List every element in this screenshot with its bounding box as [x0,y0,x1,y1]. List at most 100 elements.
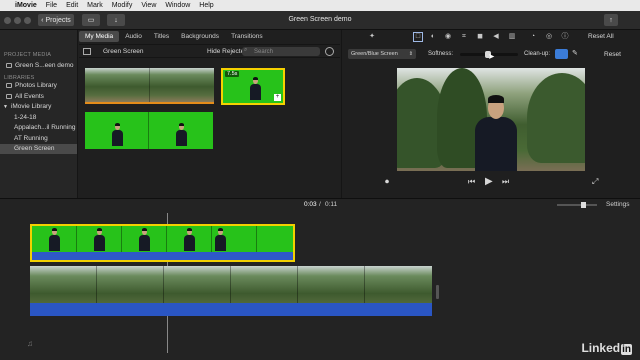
menu-file[interactable]: File [46,2,57,9]
pointer-cursor-icon: ➤ [488,52,495,61]
chevron-updown-icon: ⇕ [408,51,413,57]
person-figure [112,123,123,146]
browser-tabs: My Media Audio Titles Backgrounds Transi… [79,30,340,43]
total-time: 0:11 [325,201,338,208]
timeline: 0:03 / 0:11 Settings ♫ [0,198,640,360]
sidebar-item-at-running[interactable]: AT Running [0,133,77,144]
filter-icon[interactable]: ◎ [545,33,553,41]
menu-edit[interactable]: Edit [66,2,78,9]
color-balance-icon[interactable]: ◐ [429,33,437,41]
menu-app-name[interactable]: iMovie [15,2,37,9]
photos-icon [6,83,12,89]
tab-transitions[interactable]: Transitions [225,31,269,42]
menu-window[interactable]: Window [165,2,190,9]
film-icon [6,62,12,68]
timeline-clip-forest[interactable] [30,266,432,316]
eraser-icon[interactable]: ✎ [572,49,578,57]
window-toolbar: ‹ Projects ▭ ↓ Green Screen demo ↑ [0,11,640,30]
top-region: PROJECT MEDIA Green S...een demo LIBRARI… [0,30,640,198]
menu-bar: iMovie File Edit Mark Modify View Window… [0,0,640,11]
zoom-slider-knob[interactable] [581,202,586,208]
cleanup-brush-button[interactable] [555,49,568,59]
noise-reduction-icon[interactable]: ▥ [508,33,516,41]
sidebar-item-label: AT Running [14,134,48,142]
person-figure [49,228,60,251]
sidebar-item-label: All Events [15,92,44,100]
person-figure [215,228,226,251]
info-icon[interactable]: ⓘ [561,33,569,41]
person-figure [250,77,261,100]
tab-audio[interactable]: Audio [119,31,148,42]
skip-back-icon[interactable]: ⏮ [468,177,475,187]
sidebar-item-label: 1-24-18 [14,113,37,121]
upload-icon: ↑ [609,16,613,24]
sidebar-toggle-icon[interactable] [83,48,91,55]
video-overlay-icon[interactable]: □ [413,32,423,42]
crop-icon[interactable]: ⌗ [460,33,468,41]
video-viewer[interactable] [397,68,585,171]
zoom-slider[interactable] [557,202,597,208]
sidebar-item-appalachian-running[interactable]: Appalach...il Running [0,123,77,134]
softness-label: Softness: [428,51,454,57]
reset-all-button[interactable]: Reset All [588,33,614,40]
volume-icon[interactable]: ◀ [492,33,500,41]
menu-modify[interactable]: Modify [112,2,133,9]
sidebar-item-photos-library[interactable]: Photos Library [0,81,77,92]
clip-audio-waveform [32,252,293,260]
play-icon[interactable]: ▶ [485,176,493,187]
linkedin-watermark: Linked in [581,341,632,355]
person-figure [475,95,517,171]
time-separator: / [319,201,321,208]
color-correction-icon[interactable]: ◉ [444,33,452,41]
microphone-icon[interactable]: ⏺ [385,177,389,187]
viewer-panel: ✦ □ ◐ ◉ ⌗ ◼ ◀ ▥ ◔ ◎ ⓘ Reset All Green/Bl… [341,30,640,198]
menu-view[interactable]: View [141,2,156,9]
sidebar-item-label: Photos Library [15,82,57,90]
timeline-clip-green-screen[interactable] [30,224,295,262]
tab-label: Audio [125,33,142,40]
reset-button[interactable]: Reset [604,51,621,58]
effect-select-value: Green/Blue Screen [351,51,398,57]
sidebar-item-label: Green S...een demo [15,61,74,69]
menu-mark[interactable]: Mark [87,2,103,9]
tab-titles[interactable]: Titles [148,31,175,42]
clip-thumbnail-green-long[interactable] [85,112,213,149]
media-browser: My Media Audio Titles Backgrounds Transi… [79,30,340,198]
magic-wand-icon[interactable]: ✦ [368,33,376,41]
clip-settings-icon[interactable] [325,47,334,56]
watermark-text: Linked [581,341,621,355]
search-input[interactable]: ⌕ Search [242,47,320,56]
timeline-end-handle[interactable] [436,285,439,299]
settings-button[interactable]: Settings [606,201,630,208]
tab-backgrounds[interactable]: Backgrounds [175,31,225,42]
watermark-in-badge: in [621,344,632,355]
star-icon [6,93,12,99]
clip-thumbnail-green-selected[interactable]: 7.5s + [221,68,285,105]
current-time: 0:03 [304,201,317,208]
skip-forward-icon[interactable]: ⏭ [502,177,509,187]
tab-my-media[interactable]: My Media [79,31,120,42]
menu-help[interactable]: Help [199,2,213,9]
audio-track-icon: ♫ [27,339,33,348]
fullscreen-icon[interactable]: ⤢ [592,177,598,187]
effect-select[interactable]: Green/Blue Screen ⇕ [348,49,416,59]
sidebar-item-project[interactable]: Green S...een demo [0,60,77,71]
clip-audio-waveform [30,303,432,316]
add-to-timeline-icon[interactable]: + [274,94,281,101]
timeline-header: 0:03 / 0:11 Settings [0,199,640,211]
stabilization-icon[interactable]: ◼ [476,33,484,41]
sidebar-item-all-events[interactable]: All Events [0,91,77,102]
filmstrip-divider [149,68,150,102]
fullscreen-share-button[interactable]: ↑ [604,14,618,26]
sidebar-item-imovie-library[interactable]: ▼ iMovie Library [0,102,77,113]
cleanup-label: Clean-up: [524,51,551,57]
browser-filter-bar: Green Screen Hide Rejected ⇕ ⌕ Search [79,44,340,58]
speed-icon[interactable]: ◔ [529,33,537,41]
disclosure-triangle-icon[interactable]: ▼ [3,104,8,110]
person-figure [139,228,150,251]
sidebar-item-event-1-24-18[interactable]: 1-24-18 [0,112,77,123]
clip-thumbnail-forest[interactable] [85,68,214,104]
person-figure [184,228,195,251]
sidebar-item-green-screen[interactable]: Green Screen [0,143,77,154]
sidebar-item-label: iMovie Library [10,103,52,111]
